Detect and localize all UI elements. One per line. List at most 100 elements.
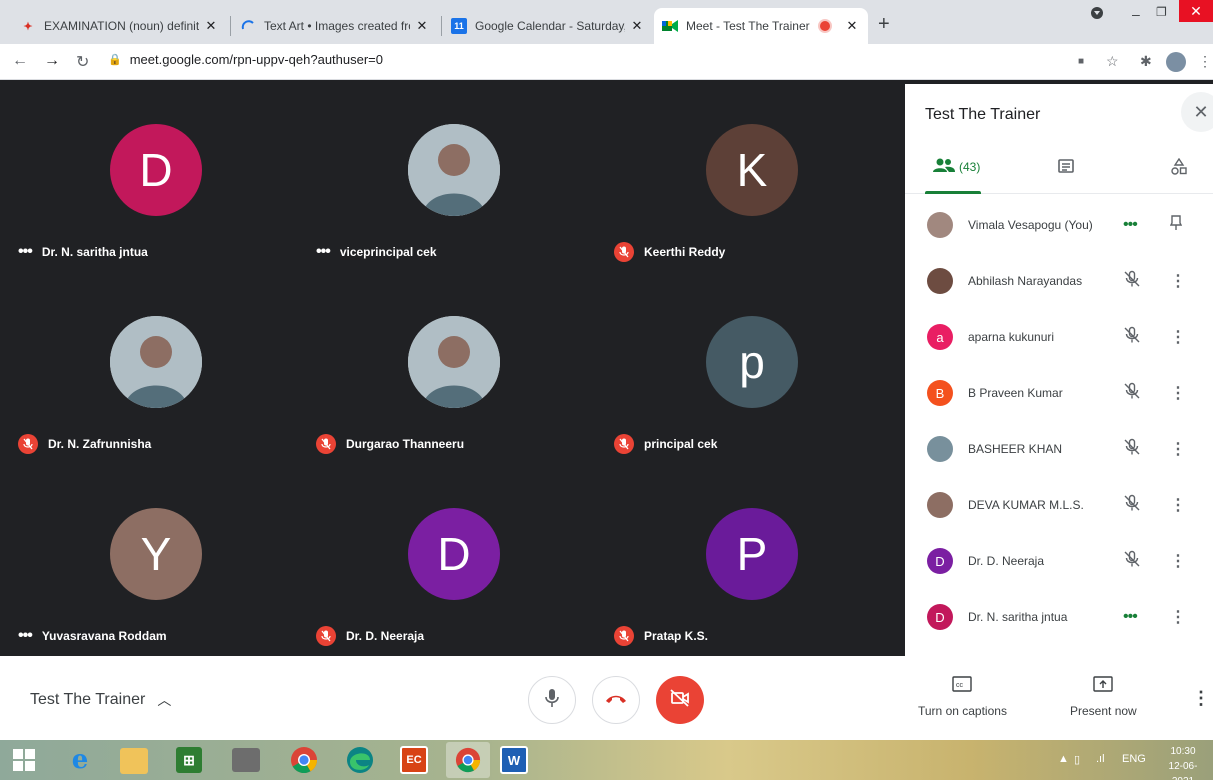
participant-list-item[interactable]: D Dr. N. saritha jntua ••• ⋮ <box>905 589 1213 645</box>
participant-avatar <box>927 212 953 238</box>
participant-tile[interactable]: P Pratap K.S. <box>604 468 900 658</box>
present-label: Present now <box>1070 704 1137 718</box>
clock-date: 12-06-2021 <box>1168 761 1198 780</box>
tab-chat[interactable] <box>1057 158 1075 179</box>
participant-name: BASHEER KHAN <box>968 442 1063 456</box>
panel-tabs: (43) <box>905 154 1213 194</box>
browser-tab[interactable]: Text Art • Images created from te ✕ <box>232 8 438 44</box>
leave-call-button[interactable] <box>592 676 640 724</box>
participant-tile[interactable]: Dr. N. Zafrunnisha <box>8 276 304 466</box>
internet-explorer-icon[interactable]: e <box>64 744 96 776</box>
tab-title: EXAMINATION (noun) definition <box>44 19 199 33</box>
tab-title: Google Calendar - Saturday, June <box>475 19 625 33</box>
extensions-icon[interactable]: ✱ <box>1140 53 1152 70</box>
restore-icon[interactable]: ❐ <box>1156 5 1167 19</box>
participant-name: Abhilash Narayandas <box>968 274 1083 288</box>
participant-avatar: a <box>927 324 953 350</box>
participant-list-item[interactable]: D Dr. D. Neeraja ⋮ <box>905 533 1213 589</box>
camera-icon[interactable]: ■ <box>1078 56 1084 67</box>
participant-photo <box>408 124 500 216</box>
close-tab-icon[interactable]: ✕ <box>203 18 219 34</box>
chrome-active-icon[interactable] <box>446 742 490 778</box>
participant-name: Yuvasravana Roddam <box>41 629 167 643</box>
participant-tile[interactable]: Durgarao Thanneeru <box>306 276 602 466</box>
close-tab-icon[interactable]: ✕ <box>414 18 430 34</box>
back-icon[interactable]: ← <box>12 52 28 70</box>
video-grid: D ••• Dr. N. saritha jntua ••• viceprincipal… <box>8 84 898 656</box>
more-options-icon[interactable]: ⋮ <box>1192 688 1210 709</box>
more-options-icon[interactable]: ⋮ <box>1170 383 1186 403</box>
close-tab-icon[interactable]: ✕ <box>629 18 645 34</box>
language-indicator[interactable]: ENG <box>1122 753 1146 765</box>
network-icon[interactable]: ▯ <box>1074 753 1080 766</box>
close-tab-icon[interactable]: ✕ <box>844 18 860 34</box>
edge-icon[interactable] <box>344 744 376 776</box>
tab-activities[interactable] <box>1171 157 1187 179</box>
new-tab-button[interactable]: + <box>878 14 890 34</box>
participant-list-item[interactable]: a aparna kukunuri ⋮ <box>905 309 1213 365</box>
participant-list-item[interactable]: Vimala Vesapogu (You) ••• <box>905 197 1213 253</box>
participant-tile[interactable]: D Dr. D. Neeraja <box>306 468 602 658</box>
participant-tile[interactable]: p principal cek <box>604 276 900 466</box>
browser-tab[interactable]: 11 Google Calendar - Saturday, June ✕ <box>443 8 653 44</box>
active-tab-indicator <box>925 191 981 194</box>
mic-off-icon <box>18 434 38 454</box>
meeting-details-button[interactable]: Test The Trainer ︿ <box>30 690 171 710</box>
speaking-indicator-icon: ••• <box>18 627 33 644</box>
present-button[interactable]: Present now <box>1070 676 1137 718</box>
window-close-button[interactable]: ✕ <box>1179 0 1213 22</box>
paint-icon[interactable] <box>232 748 260 772</box>
browser-tab-strip: ✦ EXAMINATION (noun) definition ✕ Text A… <box>0 0 1213 44</box>
loading-spinner-icon <box>240 18 256 34</box>
participant-list-item[interactable]: B B Praveen Kumar ⋮ <box>905 365 1213 421</box>
participant-tile[interactable]: D ••• Dr. N. saritha jntua <box>8 84 304 274</box>
participant-avatar <box>927 268 953 294</box>
participant-list-item[interactable]: BASHEER KHAN ⋮ <box>905 421 1213 477</box>
ec-app-icon[interactable]: EC <box>400 746 428 774</box>
store-icon[interactable]: ⊞ <box>176 747 202 773</box>
url-field[interactable]: 🔒 meet.google.com/rpn-uppv-qeh?authuser=… <box>108 52 383 67</box>
participant-name: Dr. N. saritha jntua <box>41 245 148 259</box>
more-options-icon[interactable]: ⋮ <box>1170 327 1186 347</box>
system-clock[interactable]: 10:30 12-06-2021 <box>1158 744 1208 780</box>
windows-start-icon[interactable] <box>8 744 40 776</box>
participant-tile[interactable]: K Keerthi Reddy <box>604 84 900 274</box>
more-options-icon[interactable]: ⋮ <box>1170 495 1186 515</box>
forward-icon[interactable]: → <box>44 52 60 70</box>
close-icon: ✕ <box>1193 101 1209 122</box>
file-explorer-icon[interactable] <box>120 748 148 774</box>
pin-icon[interactable] <box>1169 214 1183 236</box>
meet-icon <box>662 18 678 34</box>
tab-people[interactable]: (43) <box>933 158 980 175</box>
chrome-icon[interactable] <box>288 744 320 776</box>
participant-list-item[interactable]: DEVA KUMAR M.L.S. ⋮ <box>905 477 1213 533</box>
participant-tile[interactable]: ••• viceprincipal cek <box>306 84 602 274</box>
more-options-icon[interactable]: ⋮ <box>1170 439 1186 459</box>
hang-up-icon <box>605 691 627 709</box>
participant-list-item[interactable]: Abhilash Narayandas ⋮ <box>905 253 1213 309</box>
browser-tab[interactable]: ✦ EXAMINATION (noun) definition ✕ <box>12 8 227 44</box>
participant-avatar: D <box>110 124 202 216</box>
menu-icon[interactable]: ⋮ <box>1198 53 1212 70</box>
more-options-icon[interactable]: ⋮ <box>1170 607 1186 627</box>
participant-name-row: ••• Yuvasravana Roddam <box>18 626 167 646</box>
reload-icon[interactable]: ↻ <box>76 52 89 72</box>
profile-avatar[interactable] <box>1166 52 1186 72</box>
camera-toggle-button[interactable] <box>656 676 704 724</box>
minimize-icon[interactable]: – <box>1132 6 1140 22</box>
participant-name-row: Dr. N. Zafrunnisha <box>18 434 151 454</box>
url-text: meet.google.com/rpn-uppv-qeh?authuser=0 <box>129 52 384 67</box>
signal-icon[interactable]: .ıl <box>1096 753 1105 765</box>
tray-chevron-icon[interactable]: ▲ <box>1058 753 1069 765</box>
captions-button[interactable]: cc Turn on captions <box>918 676 1007 718</box>
close-panel-button[interactable]: ✕ <box>1181 92 1213 132</box>
account-icon[interactable] <box>1090 6 1104 23</box>
people-count: (43) <box>959 159 981 174</box>
more-options-icon[interactable]: ⋮ <box>1170 271 1186 291</box>
participant-tile[interactable]: Y ••• Yuvasravana Roddam <box>8 468 304 658</box>
more-options-icon[interactable]: ⋮ <box>1170 551 1186 571</box>
star-icon[interactable]: ☆ <box>1106 53 1119 70</box>
browser-tab-active[interactable]: Meet - Test The Trainer ✕ <box>654 8 868 44</box>
word-icon[interactable]: W <box>500 746 528 774</box>
microphone-button[interactable] <box>528 676 576 724</box>
